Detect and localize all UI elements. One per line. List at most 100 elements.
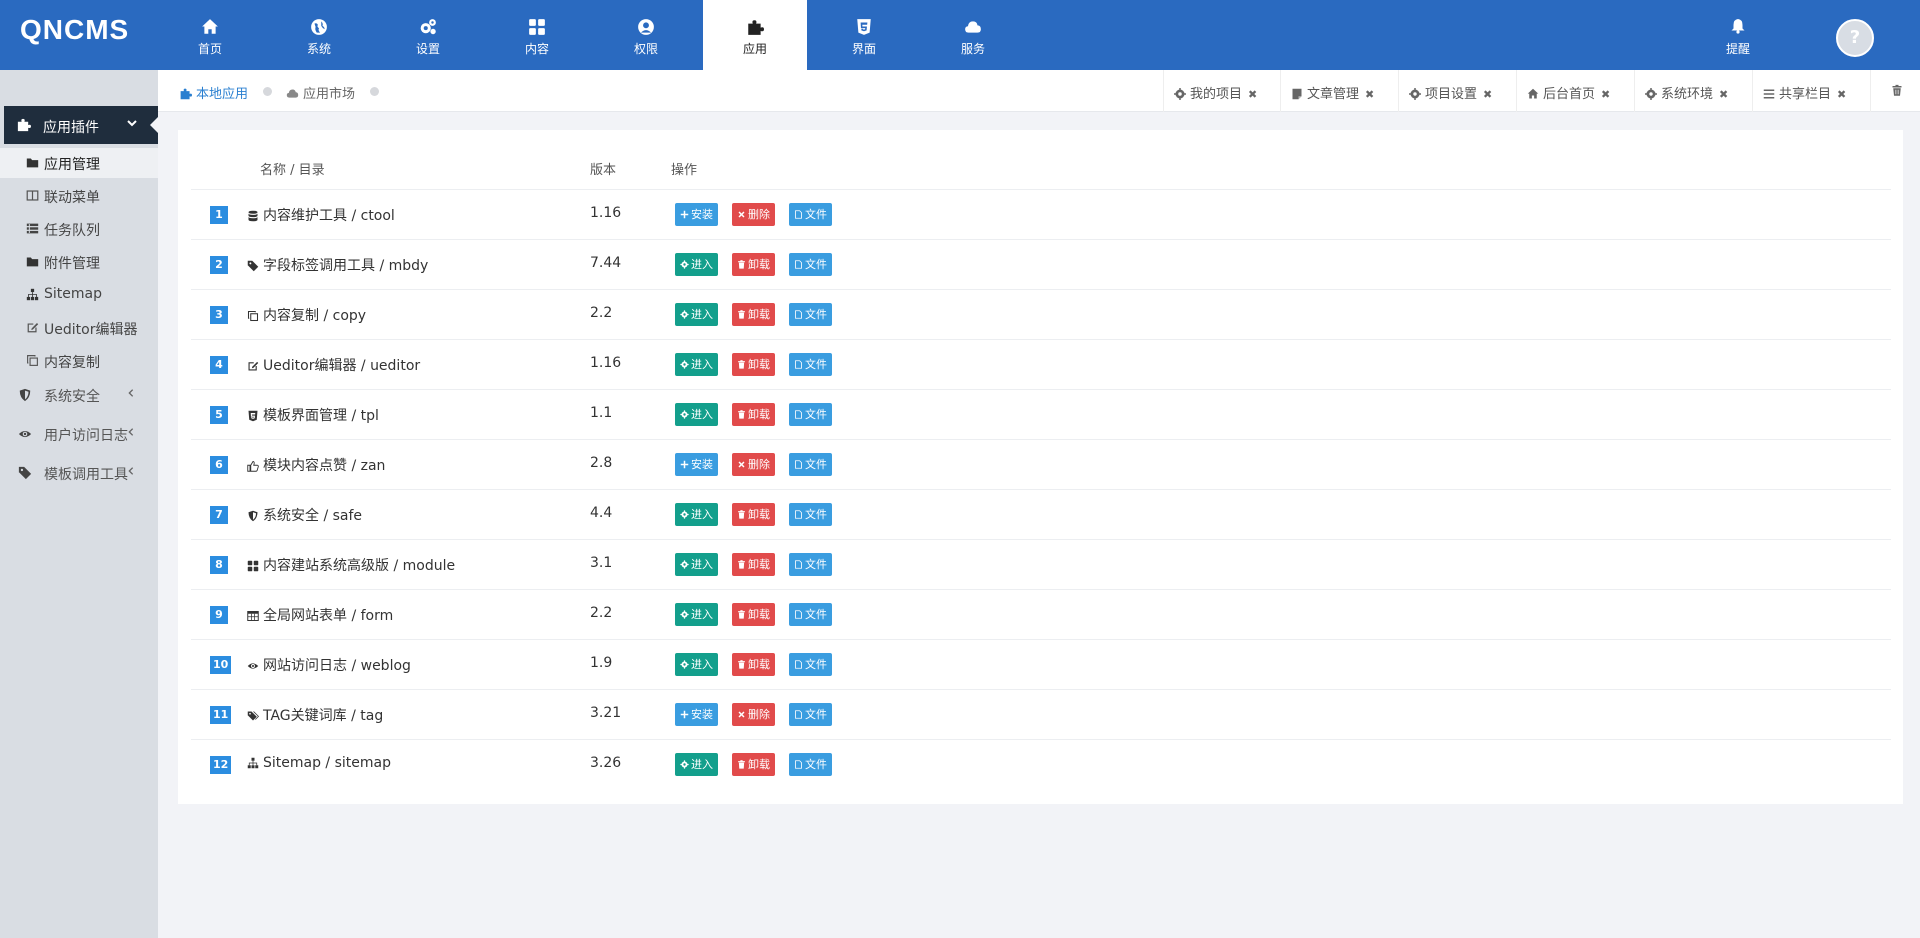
file-button[interactable]: 文件: [789, 253, 832, 276]
file-button[interactable]: 文件: [789, 453, 832, 476]
enter-button[interactable]: 进入: [675, 353, 718, 376]
enter-button[interactable]: 进入: [675, 403, 718, 426]
uninstall-button[interactable]: 卸载: [732, 653, 775, 676]
uninstall-button[interactable]: 卸载: [732, 303, 775, 326]
uninstall-button[interactable]: 卸载: [732, 503, 775, 526]
quick-tab-admin-home[interactable]: 后台首页 ✖: [1516, 70, 1634, 112]
close-icon[interactable]: ✖: [1483, 88, 1492, 101]
uninstall-button[interactable]: 卸载: [732, 253, 775, 276]
enter-button-label: 进入: [691, 508, 713, 521]
close-icon[interactable]: ✖: [1365, 88, 1374, 101]
uninstall-button[interactable]: 卸载: [732, 753, 775, 776]
enter-button[interactable]: 进入: [675, 303, 718, 326]
row-number-badge: 11: [210, 706, 232, 724]
chevron-down-icon: [127, 120, 137, 127]
sidebar-item-sitemap[interactable]: Sitemap: [0, 280, 158, 310]
sidebar-item-app-manage[interactable]: 应用管理: [0, 148, 158, 178]
sidebar-item-task-queue[interactable]: 任务队列: [0, 214, 158, 244]
logo: QNCMS: [20, 14, 130, 45]
file-button[interactable]: 文件: [789, 553, 832, 576]
nav-permission[interactable]: 权限: [594, 0, 698, 70]
file-button[interactable]: 文件: [789, 753, 832, 776]
app-name-text: 内容复制 / copy: [263, 308, 367, 324]
quick-tab-system-env[interactable]: 系统环境 ✖: [1634, 70, 1752, 112]
cog-icon: [680, 410, 689, 419]
sidebar-group-template-tools[interactable]: 模板调用工具: [0, 456, 158, 490]
quick-tab-trash[interactable]: [1870, 70, 1920, 112]
install-button[interactable]: 安装: [675, 203, 718, 226]
quick-tab-articles[interactable]: 文章管理 ✖: [1280, 70, 1398, 112]
app-name-text: 模块内容点赞 / zan: [263, 458, 386, 474]
cog-icon: [680, 260, 689, 269]
grid-icon: [247, 560, 259, 572]
uninstall-button[interactable]: 卸载: [732, 603, 775, 626]
notification-button[interactable]: 提醒: [1718, 0, 1758, 70]
close-icon[interactable]: ✖: [1837, 88, 1846, 101]
quick-tab-project-settings[interactable]: 项目设置 ✖: [1398, 70, 1516, 112]
trash-icon: [738, 660, 745, 669]
delete-button[interactable]: 删除: [732, 453, 775, 476]
sidebar-item-label: 应用管理: [44, 157, 100, 173]
file-button[interactable]: 文件: [789, 653, 832, 676]
app-version-cell: 2.2: [590, 605, 613, 621]
install-button[interactable]: 安装: [675, 453, 718, 476]
trash-icon: [738, 760, 745, 769]
sidebar-group-security[interactable]: 系统安全: [0, 378, 158, 412]
app-name-text: 内容维护工具 / ctool: [263, 208, 395, 224]
enter-button[interactable]: 进入: [675, 253, 718, 276]
sidebar-item-content-copy[interactable]: 内容复制: [0, 346, 158, 376]
sidebar-item-linkage-menu[interactable]: 联动菜单: [0, 181, 158, 211]
file-button[interactable]: 文件: [789, 503, 832, 526]
file-button[interactable]: 文件: [789, 303, 832, 326]
file-button[interactable]: 文件: [789, 703, 832, 726]
folder-icon: [26, 158, 39, 168]
nav-home-label: 首页: [197, 42, 222, 56]
sidebar-group-access-log[interactable]: 用户访问日志: [0, 417, 158, 451]
close-icon[interactable]: ✖: [1248, 88, 1257, 101]
file-button[interactable]: 文件: [789, 203, 832, 226]
enter-button[interactable]: 进入: [675, 603, 718, 626]
quick-tab-shared-columns[interactable]: 共享栏目 ✖: [1752, 70, 1870, 112]
file-o-icon: [795, 610, 802, 619]
app-name-cell: 网站访问日志 / weblog: [247, 655, 411, 675]
quick-tab-my-projects[interactable]: 我的项目 ✖: [1163, 70, 1280, 112]
file-o-icon: [795, 260, 802, 269]
nav-service[interactable]: 服务: [921, 0, 1025, 70]
crumb-app-market[interactable]: 应用市场: [286, 83, 355, 102]
eye-icon: [18, 430, 32, 438]
uninstall-button[interactable]: 卸载: [732, 553, 775, 576]
avatar[interactable]: ?: [1836, 19, 1874, 57]
nav-apps[interactable]: 应用: [703, 0, 807, 70]
delete-button[interactable]: 删除: [732, 703, 775, 726]
file-button[interactable]: 文件: [789, 403, 832, 426]
sidebar-section-apps[interactable]: 应用插件: [4, 106, 158, 144]
uninstall-button[interactable]: 卸载: [732, 353, 775, 376]
enter-button[interactable]: 进入: [675, 753, 718, 776]
sidebar-item-ueditor[interactable]: Ueditor编辑器: [0, 313, 158, 343]
file-button[interactable]: 文件: [789, 603, 832, 626]
enter-button[interactable]: 进入: [675, 653, 718, 676]
close-icon[interactable]: ✖: [1601, 88, 1610, 101]
file-button[interactable]: 文件: [789, 353, 832, 376]
app-version-cell: 1.1: [590, 405, 613, 421]
row-number-badge: 2: [210, 256, 228, 274]
nav-home[interactable]: 首页: [158, 0, 262, 70]
close-icon[interactable]: ✖: [1719, 88, 1728, 101]
table-row: 2 字段标签调用工具 / mbdy 7.44 进入 卸载 文件: [191, 239, 1891, 289]
crumb-local-apps[interactable]: 本地应用: [179, 83, 248, 102]
file-o-icon: [795, 710, 802, 719]
nav-ui[interactable]: 界面: [812, 0, 916, 70]
uninstall-button-label: 卸载: [748, 658, 770, 671]
nav-system[interactable]: 系统: [267, 0, 371, 70]
delete-button[interactable]: 删除: [732, 203, 775, 226]
enter-button[interactable]: 进入: [675, 553, 718, 576]
install-button[interactable]: 安装: [675, 703, 718, 726]
nav-settings[interactable]: 设置: [376, 0, 480, 70]
nav-content[interactable]: 内容: [485, 0, 589, 70]
uninstall-button[interactable]: 卸载: [732, 403, 775, 426]
sidebar-item-attachments[interactable]: 附件管理: [0, 247, 158, 277]
row-number-badge: 12: [210, 756, 232, 774]
app-name-text: Ueditor编辑器 / ueditor: [263, 358, 421, 374]
app-version-cell: 4.4: [590, 505, 613, 521]
enter-button[interactable]: 进入: [675, 503, 718, 526]
